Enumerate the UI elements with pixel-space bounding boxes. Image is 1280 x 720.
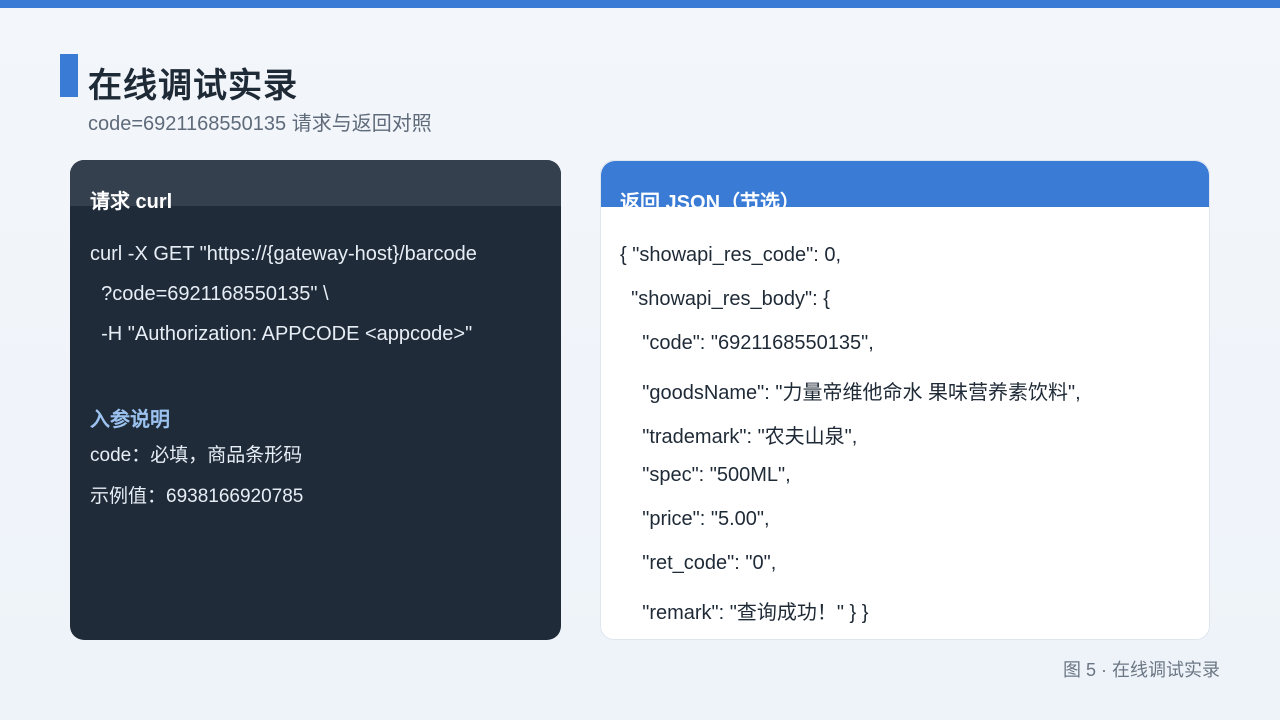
curl-line: curl -X GET "https://{gateway-host}/barc… (90, 243, 477, 265)
request-panel: 请求 curl curl -X GET "https://{gateway-ho… (70, 160, 561, 640)
json-line: "ret_code": "0", (620, 552, 777, 574)
json-line: "price": "5.00", (620, 508, 770, 530)
response-panel-header: 返回 JSON（节选） (601, 161, 1209, 214)
figure-caption: 图 5 · 在线调试实录 (1062, 660, 1220, 680)
curl-line: -H "Authorization: APPCODE <appcode>" (90, 323, 473, 345)
json-line: "trademark": "农夫山泉", (620, 426, 858, 448)
page-subtitle: code=6921168550135 请求与返回对照 (88, 113, 432, 135)
json-line: "showapi_res_body": { (620, 288, 830, 310)
json-line: "goodsName": "力量帝维他命水 果味营养素饮料", (620, 382, 1081, 404)
curl-line: ?code=6921168550135" \ (90, 283, 329, 305)
params-title: 入参说明 (90, 409, 170, 431)
page-title: 在线调试实录 (88, 67, 298, 105)
json-line: "remark": "查询成功！" } } (620, 602, 869, 624)
response-panel-title: 返回 JSON（节选） (620, 192, 801, 214)
json-line: { "showapi_res_code": 0, (620, 244, 842, 266)
title-accent-bar (60, 54, 78, 97)
json-line: "spec": "500ML", (620, 464, 791, 486)
request-panel-title: 请求 curl (90, 191, 173, 213)
param-line: 示例值：6938166920785 (90, 486, 304, 507)
json-line: "code": "6921168550135", (620, 332, 874, 354)
param-line: code：必填，商品条形码 (90, 445, 303, 466)
response-panel: 返回 JSON（节选） { "showapi_res_code": 0, "sh… (600, 160, 1210, 640)
top-accent-bar (0, 0, 1280, 8)
request-panel-header: 请求 curl (70, 160, 561, 213)
